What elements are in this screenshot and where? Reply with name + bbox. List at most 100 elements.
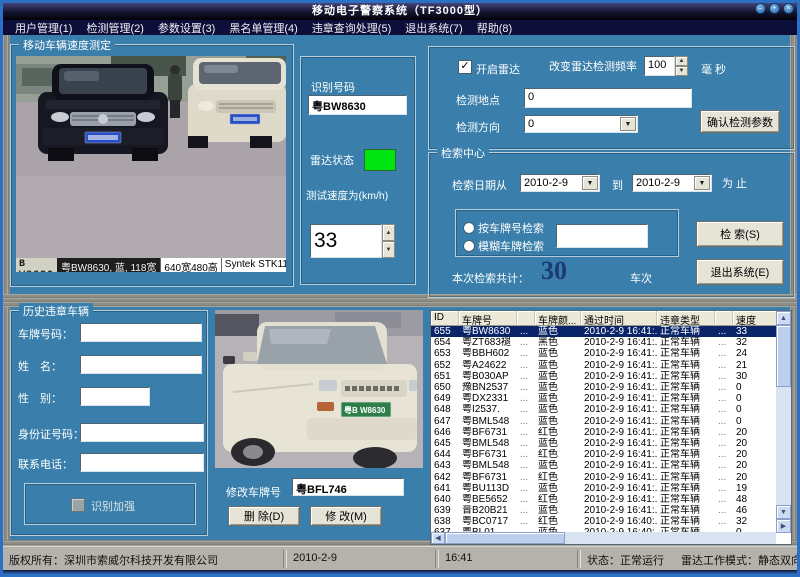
table-row[interactable]: 650豫BN2537...蓝色2010-2-9 16:41:...正常车辆...…	[431, 382, 791, 393]
freq-spin-down-icon[interactable]: ▼	[675, 66, 688, 76]
table-cell: ...	[517, 449, 535, 460]
minimize-button[interactable]: –	[755, 3, 766, 14]
table-cell: ...	[517, 505, 535, 516]
exit-system-button[interactable]: 退出系统(E)	[696, 259, 784, 285]
table-cell: ...	[517, 427, 535, 438]
scroll-left-icon[interactable]: ◀	[431, 532, 445, 544]
table-row[interactable]: 641粤BU113D...蓝色2010-2-9 16:41:...正常车辆...…	[431, 483, 791, 494]
speed-value-label: 测试速度为(km/h)	[306, 188, 388, 203]
results-table-header: ID车牌号 车牌颜...通过时间违章类型 速度	[431, 311, 791, 326]
table-cell: 正常车辆	[657, 337, 715, 348]
history-field-input-4[interactable]	[80, 453, 204, 472]
menu-item-7[interactable]: 帮助(8)	[470, 20, 519, 36]
table-cell: 654	[431, 337, 459, 348]
history-field-input-1[interactable]	[80, 355, 202, 374]
menu-item-3[interactable]: 参数设置(3)	[151, 20, 222, 36]
radar-freq-field[interactable]: 100	[644, 56, 675, 76]
recognize-checkbox[interactable]	[71, 498, 85, 512]
search-fuzzy-radio[interactable]	[463, 240, 475, 252]
table-row[interactable]: 642粤BF6731...红色2010-2-9 16:41:...正常车辆...…	[431, 471, 791, 482]
table-cell: 粤BC0717	[459, 516, 517, 527]
table-row[interactable]: 654粤ZT683褪...黑色2010-2-9 16:41:...正常车辆...…	[431, 337, 791, 348]
date-to-select[interactable]: 2010-2-9 ▼	[632, 174, 712, 192]
detect-direction-select[interactable]: 0 ▼	[524, 115, 638, 133]
table-vscrollbar[interactable]: ▲ ▼ ▶	[776, 311, 791, 533]
speed-spin-down-icon[interactable]: ▼	[382, 241, 395, 258]
table-row[interactable]: 640粤BE5652...红色2010-2-9 16:41:...正常车辆...…	[431, 494, 791, 505]
table-cell: 651	[431, 371, 459, 382]
table-cell: ...	[715, 449, 733, 460]
table-row[interactable]: 644粤BF6731...红色2010-2-9 16:41:...正常车辆...…	[431, 449, 791, 460]
table-row[interactable]: 653粤BBH602...蓝色2010-2-9 16:41:...正常车辆...…	[431, 348, 791, 359]
date-to-dropdown-icon[interactable]: ▼	[694, 176, 710, 190]
table-cell: 2010-2-9 16:41:...	[581, 505, 657, 516]
table-cell: 粤BU113D	[459, 483, 517, 494]
table-row[interactable]: 647粤BML548...蓝色2010-2-9 16:41:...正常车辆...…	[431, 416, 791, 427]
table-row[interactable]: 643粤BML548...蓝色2010-2-9 16:41:...正常车辆...…	[431, 460, 791, 471]
column-header-1[interactable]: 车牌号	[459, 311, 517, 326]
caption-plate-info: 粤BW8630, 蓝, 118宽	[57, 258, 160, 272]
table-cell: 正常车辆	[657, 393, 715, 404]
table-cell: ...	[517, 382, 535, 393]
table-cell: ...	[715, 483, 733, 494]
table-cell: ...	[517, 404, 535, 415]
table-row[interactable]: 639晋B20B21...蓝色2010-2-9 16:41:...正常车辆...…	[431, 505, 791, 516]
hscroll-thumb[interactable]	[445, 532, 565, 544]
search-by-plate-radio[interactable]	[463, 222, 475, 234]
table-cell: 蓝色	[535, 460, 581, 471]
table-cell: 32	[733, 337, 777, 348]
plate-number-field[interactable]: 粤BW8630	[308, 95, 407, 115]
table-cell: 黑色	[535, 337, 581, 348]
delete-button[interactable]: 删 除(D)	[228, 506, 300, 526]
table-row[interactable]: 655粤BW8630...蓝色2010-2-9 16:41:...正常车辆...…	[431, 326, 791, 337]
column-header-0[interactable]: ID	[431, 311, 459, 326]
vscroll-thumb[interactable]	[776, 325, 791, 387]
menu-item-4[interactable]: 黑名单管理(4)	[222, 20, 304, 36]
menu-item-1[interactable]: 用户管理(1)	[8, 20, 79, 36]
table-row[interactable]: 638粤BC0717...红色2010-2-9 16:40:...正常车辆...…	[431, 516, 791, 527]
table-row[interactable]: 649粤DX2331...蓝色2010-2-9 16:41:...正常车辆...…	[431, 393, 791, 404]
radar-enable-checkbox[interactable]: ✓	[458, 60, 472, 74]
table-cell: 粤BF6731	[459, 449, 517, 460]
table-hscrollbar[interactable]: ◀	[431, 532, 776, 544]
speed-spin-up-icon[interactable]: ▲	[382, 224, 395, 241]
table-cell: ...	[715, 416, 733, 427]
date-from-select[interactable]: 2010-2-9 ▼	[520, 174, 600, 192]
close-button[interactable]: ×	[783, 3, 794, 14]
scroll-up-icon[interactable]: ▲	[776, 311, 791, 325]
column-header-4[interactable]: 通过时间	[581, 311, 657, 326]
recognize-action-box[interactable]: 识别加强	[24, 483, 196, 525]
date-from-dropdown-icon[interactable]: ▼	[582, 176, 598, 190]
detect-location-field[interactable]: 0	[524, 88, 692, 108]
maximize-button[interactable]: •	[769, 3, 780, 14]
plate-query-field[interactable]	[556, 224, 648, 248]
search-button[interactable]: 检 索(S)	[696, 221, 784, 247]
history-field-input-0[interactable]	[80, 323, 202, 342]
scroll-down-icon[interactable]: ▼	[776, 505, 791, 519]
freq-spin-up-icon[interactable]: ▲	[675, 56, 688, 66]
column-header-6[interactable]	[715, 311, 733, 326]
column-header-3[interactable]: 车牌颜...	[535, 311, 581, 326]
table-row[interactable]: 646粤BF6731...红色2010-2-9 16:41:...正常车辆...…	[431, 427, 791, 438]
column-header-2[interactable]	[517, 311, 535, 326]
menu-item-5[interactable]: 违章查询处理(5)	[305, 20, 398, 36]
edit-plate-field[interactable]: 粤BFL746	[292, 478, 404, 496]
window-controls: – • ×	[755, 3, 794, 14]
table-row[interactable]: 651粤B030AP...蓝色2010-2-9 16:41:...正常车辆...…	[431, 371, 791, 382]
history-field-input-3[interactable]	[80, 423, 204, 442]
confirm-params-button[interactable]: 确认检测参数	[700, 110, 780, 133]
table-row[interactable]: 648粤I2537....蓝色2010-2-9 16:41:...正常车辆...…	[431, 404, 791, 415]
modify-button[interactable]: 修 改(M)	[310, 506, 382, 526]
table-row[interactable]: 652粤A24622...蓝色2010-2-9 16:41:...正常车辆...…	[431, 360, 791, 371]
menu-bar: 用户管理(1)检测管理(2)参数设置(3)黑名单管理(4)违章查询处理(5)退出…	[3, 20, 797, 35]
speed-value-field[interactable]: 33	[310, 224, 382, 258]
menu-item-6[interactable]: 退出系统(7)	[398, 20, 469, 36]
column-header-7[interactable]: 速度	[733, 311, 777, 326]
menu-item-2[interactable]: 检测管理(2)	[79, 20, 150, 36]
table-cell: 正常车辆	[657, 460, 715, 471]
table-row[interactable]: 645粤BML548...蓝色2010-2-9 16:41:...正常车辆...…	[431, 438, 791, 449]
history-field-input-2[interactable]	[80, 387, 150, 406]
column-header-5[interactable]: 违章类型	[657, 311, 715, 326]
direction-dropdown-icon[interactable]: ▼	[620, 117, 636, 131]
scroll-right-icon[interactable]: ▶	[776, 519, 791, 533]
